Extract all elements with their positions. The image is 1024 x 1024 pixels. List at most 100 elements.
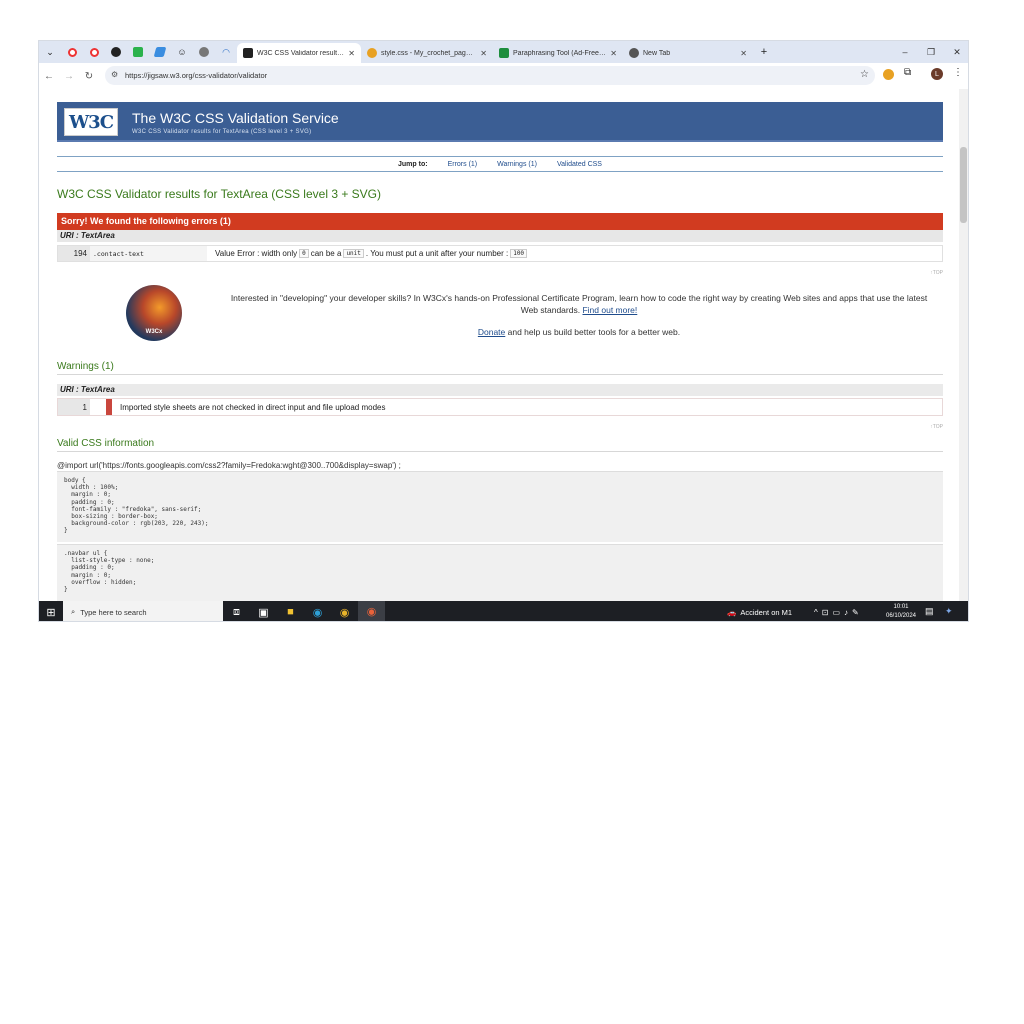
task-view-icon[interactable]: ⧈	[223, 601, 250, 621]
warnings-heading: Warnings (1)	[57, 361, 943, 375]
search-placeholder: Type here to search	[80, 607, 147, 617]
chrome-icon[interactable]: ◉	[331, 601, 358, 621]
jump-label: Jump to:	[398, 160, 428, 168]
error-context: .contact-text	[90, 246, 207, 261]
warning-message: Imported style sheets are not checked in…	[120, 402, 386, 412]
browser-window: ⌄ ☺ ◠ W3C CSS Validator results for T ✕ …	[38, 40, 969, 622]
jump-validated-link[interactable]: Validated CSS	[557, 161, 602, 168]
tab-style-css[interactable]: style.css - My_crochet_page - G ✕	[361, 43, 493, 63]
chrome-favicon-icon	[629, 48, 639, 58]
error-code: 100	[510, 249, 528, 258]
chrome-active-icon[interactable]: ◉	[358, 601, 385, 621]
edge-icon[interactable]: ◉	[304, 601, 331, 621]
pinned-tab-opera-icon[interactable]	[61, 41, 83, 63]
tab-label: style.css - My_crochet_page - G	[381, 49, 477, 57]
site-info-icon[interactable]: ⚙	[111, 70, 118, 79]
news-text: Accident on M1	[740, 607, 793, 617]
news-widget[interactable]: 🚗 Accident on M1	[727, 601, 793, 621]
donate-link[interactable]: Donate	[478, 327, 505, 337]
minimize-button[interactable]: –	[892, 41, 918, 63]
network-icon[interactable]: ⊡	[822, 608, 829, 617]
service-title: The W3C CSS Validation Service	[132, 110, 339, 126]
tab-label: New Tab	[643, 49, 671, 57]
close-tab-icon[interactable]: ✕	[480, 49, 487, 58]
donate-line: Donate and help us build better tools fo…	[229, 327, 929, 337]
tab-new-tab[interactable]: New Tab ✕	[623, 43, 753, 63]
windows-start-icon[interactable]: ⊞	[39, 601, 63, 621]
close-tab-icon[interactable]: ✕	[348, 49, 355, 58]
taskbar-search[interactable]: ⌕ Type here to search	[63, 601, 223, 621]
notifications-icon[interactable]: ▤	[925, 606, 934, 617]
css-rule-block: body { width : 100%; margin : 0; padding…	[57, 471, 943, 542]
error-code: unit	[343, 249, 364, 258]
profile-avatar[interactable]: L	[931, 68, 943, 80]
volume-icon[interactable]: ♪	[844, 608, 848, 617]
w3cx-promo-badge[interactable]: W3Cx	[126, 285, 182, 341]
extension-gitpod-icon[interactable]	[883, 69, 894, 80]
address-bar[interactable]: ⚙ https://jigsaw.w3.org/css-validator/va…	[105, 66, 875, 85]
paraphrase-favicon-icon	[499, 48, 509, 58]
jump-warnings-link[interactable]: Warnings (1)	[497, 161, 537, 168]
find-out-more-link[interactable]: Find out more!	[582, 305, 637, 315]
results-title: W3C CSS Validator results for TextArea (…	[57, 187, 382, 201]
clock-date: 06/10/2024	[885, 613, 917, 619]
bookmark-star-icon[interactable]: ☆	[860, 69, 869, 80]
forward-button[interactable]: →	[59, 71, 79, 82]
tab-strip: ⌄ ☺ ◠ W3C CSS Validator results for T ✕ …	[39, 41, 968, 63]
css-rule-block: .navbar ul { list-style-type : none; pad…	[57, 544, 943, 601]
to-top-link[interactable]: ↑TOP	[930, 270, 943, 276]
pinned-tab-sheets-icon[interactable]	[127, 41, 149, 63]
service-subtitle: W3C CSS Validator results for TextArea (…	[132, 129, 312, 135]
pen-icon[interactable]: ✎	[852, 608, 859, 617]
tab-search-button[interactable]: ⌄	[39, 41, 61, 63]
menu-kebab-icon[interactable]: ⋮	[953, 67, 963, 78]
scrollbar-thumb[interactable]	[960, 147, 967, 223]
w3c-logo[interactable]: W3C	[64, 108, 118, 136]
tab-w3c-validator[interactable]: W3C CSS Validator results for T ✕	[237, 43, 361, 63]
error-msg-part: Value Error : width only	[215, 249, 298, 258]
tab-label: W3C CSS Validator results for T	[257, 49, 344, 57]
errors-uri: URI : TextArea	[57, 230, 943, 242]
pinned-tab-flutter-icon[interactable]	[149, 41, 171, 63]
promo-text: Interested in "developing" your develope…	[229, 292, 929, 316]
error-code: 0	[299, 249, 309, 258]
file-explorer-icon[interactable]: ■	[277, 601, 304, 621]
car-accident-icon: 🚗	[727, 607, 737, 617]
clock[interactable]: 10:01 06/10/2024	[882, 603, 920, 621]
error-msg-part: can be a	[310, 249, 342, 258]
page-content: W3C The W3C CSS Validation Service W3C C…	[39, 89, 961, 601]
pinned-tab-github-icon[interactable]	[105, 41, 127, 63]
jump-errors-link[interactable]: Errors (1)	[448, 161, 478, 168]
display-icon[interactable]: ▭	[832, 608, 840, 617]
jump-to-bar: Jump to: Errors (1) Warnings (1) Validat…	[57, 156, 943, 172]
close-tab-icon[interactable]: ✕	[740, 49, 747, 58]
extensions-puzzle-icon[interactable]: ⧉	[904, 67, 911, 78]
page-scrollbar[interactable]	[959, 89, 968, 601]
badge-label: W3Cx	[145, 329, 163, 335]
pinned-tab-smiley-icon[interactable]: ☺	[171, 41, 193, 63]
pinned-tab-dot-icon[interactable]	[193, 41, 215, 63]
pinned-tab-opera2-icon[interactable]	[83, 41, 105, 63]
new-tab-button[interactable]: +	[753, 41, 775, 63]
reload-button[interactable]: ↻	[79, 71, 99, 82]
error-line-number: 194	[58, 246, 90, 261]
close-window-button[interactable]: ✕	[944, 41, 968, 63]
back-button[interactable]: ←	[39, 71, 59, 82]
close-tab-icon[interactable]: ✕	[610, 49, 617, 58]
chevron-up-icon[interactable]: ^	[814, 608, 818, 617]
app-store-icon[interactable]: ▣	[250, 601, 277, 621]
tab-label: Paraphrasing Tool (Ad-Free and	[513, 49, 607, 57]
copilot-icon[interactable]: ✦	[945, 606, 953, 617]
donate-text: and help us build better tools for a bet…	[505, 327, 681, 337]
warning-row: 1 Imported style sheets are not checked …	[57, 398, 943, 416]
restore-button[interactable]: ❐	[918, 41, 944, 63]
warnings-uri: URI : TextArea	[57, 384, 943, 396]
to-top-link[interactable]: ↑TOP	[930, 424, 943, 430]
system-tray: ^ ⊡ ▭ ♪ ✎	[814, 601, 859, 621]
tab-paraphrasing[interactable]: Paraphrasing Tool (Ad-Free and ✕	[493, 43, 623, 63]
error-message: Value Error : width only 0 can be a unit…	[207, 249, 528, 258]
valid-css-heading: Valid CSS information	[57, 438, 943, 452]
url-text: https://jigsaw.w3.org/css-validator/vali…	[125, 71, 268, 80]
windows-taskbar: ⊞ ⌕ Type here to search ⧈ ▣ ■ ◉ ◉ ◉ 🚗 Ac…	[39, 601, 968, 621]
pinned-tab-wifi-icon[interactable]: ◠	[215, 41, 237, 63]
